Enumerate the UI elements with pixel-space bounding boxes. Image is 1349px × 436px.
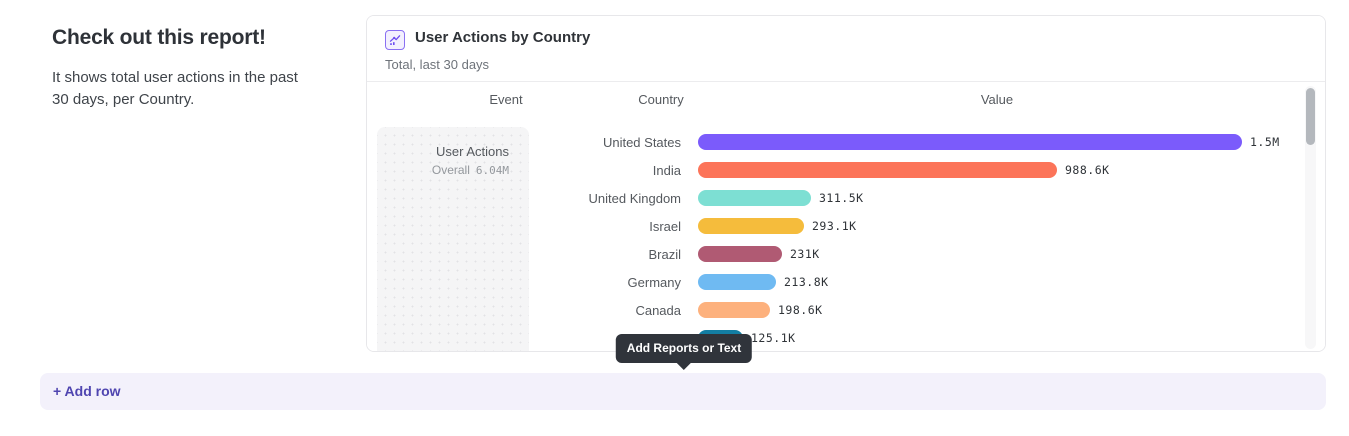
column-header-country: Country [638,93,684,107]
value-label: 198.6K [778,303,823,317]
chart-area: Event Country Value User Actions Overall… [367,83,1325,351]
value-bar[interactable] [698,302,770,318]
value-label: 988.6K [1065,163,1110,177]
country-label: India [367,163,681,178]
country-label: United States [367,135,681,150]
report-card-header: User Actions by Country Total, last 30 d… [367,16,1325,82]
value-bar[interactable] [698,246,782,262]
add-reports-tooltip: Add Reports or Text [616,334,752,363]
value-label: 231K [790,247,820,261]
chart-row: Brazil 231K [367,240,1325,268]
value-bar[interactable] [698,190,811,206]
intro-description: It shows total user actions in the past … [52,67,302,111]
value-bar[interactable] [698,134,1242,150]
chart-row: Canada 198.6K [367,296,1325,324]
value-label: 311.5K [819,191,864,205]
value-bar[interactable] [698,274,776,290]
chart-row: India 988.6K [367,156,1325,184]
tooltip-label: Add Reports or Text [627,341,741,355]
column-header-value: Value [981,93,1013,107]
report-subtitle: Total, last 30 days [385,57,489,72]
tooltip-arrow [677,363,691,370]
report-title: User Actions by Country [415,29,590,46]
country-label: Canada [367,303,681,318]
column-header-event: Event [489,93,522,107]
chart-row: United States 1.5M [367,128,1325,156]
bar-chart: United States 1.5M India 988.6K United Kingd… [367,128,1325,352]
line-chart-icon [385,30,405,50]
chart-scrollbar[interactable] [1305,86,1316,349]
scrollbar-thumb[interactable] [1306,88,1315,145]
value-label: 213.8K [784,275,829,289]
chart-row: Germany 213.8K [367,268,1325,296]
chart-row: Israel 293.1K [367,212,1325,240]
value-label: 1.5M [1250,135,1280,149]
value-label: 125.1K [751,331,796,345]
add-row-button[interactable]: + Add row [40,373,1326,410]
report-card: User Actions by Country Total, last 30 d… [366,15,1326,352]
country-label: Germany [367,275,681,290]
country-label: Brazil [367,247,681,262]
country-label: United Kingdom [367,191,681,206]
value-label: 293.1K [812,219,857,233]
page-title: Check out this report! [52,26,302,50]
chart-row: United Kingdom 311.5K [367,184,1325,212]
chart-row: France125.1K [367,324,1325,352]
report-builder-page: Check out this report! It shows total us… [0,0,1349,436]
add-row-label: + Add row [40,373,1326,410]
country-label: Israel [367,219,681,234]
value-bar[interactable] [698,218,804,234]
value-bar[interactable] [698,162,1057,178]
intro-block: Check out this report! It shows total us… [52,26,302,111]
